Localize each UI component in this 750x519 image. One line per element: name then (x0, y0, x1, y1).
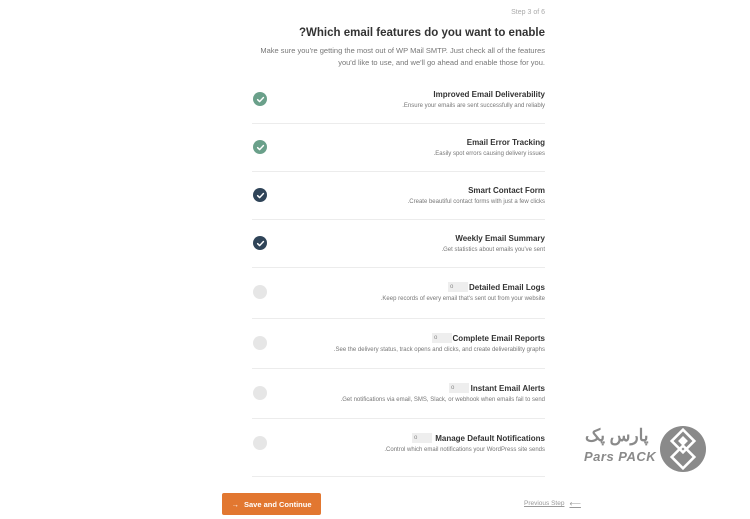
checked-icon[interactable] (253, 92, 267, 106)
logo-english-text: Pars PACK (584, 449, 657, 464)
pro-badge: o (448, 282, 468, 292)
unchecked-circle-icon[interactable] (253, 285, 267, 299)
feature-name: Complete Email Reports (452, 334, 545, 343)
feature-list: Improved Email Deliverability .Ensure yo… (252, 76, 545, 477)
feature-description: .Control which email notifications your … (384, 447, 545, 453)
feature-name: Manage Default Notifications (435, 434, 545, 443)
unchecked-circle-icon[interactable] (253, 336, 267, 350)
save-button-label: Save and Continue (243, 499, 312, 509)
subtitle-line-2: .you'd like to use, and we'll go ahead a… (338, 58, 545, 67)
checked-icon[interactable] (253, 188, 267, 202)
pro-badge: o (412, 433, 432, 443)
feature-description: .Get notifications via email, SMS, Slack… (340, 397, 545, 403)
page-title: ?Which email features do you want to ena… (298, 27, 545, 39)
setup-wizard-panel: Step 3 of 6 ?Which email features do you… (224, 0, 580, 519)
feature-row-email-alerts[interactable]: o Instant Email Alerts .Get notification… (252, 369, 545, 419)
page-subtitle: Make sure you're getting the most out of… (224, 45, 545, 69)
unchecked-circle-icon[interactable] (253, 386, 267, 400)
feature-row-email-reports[interactable]: o Complete Email Reports .See the delive… (252, 319, 545, 369)
logo-persian-text: پارس پک (585, 426, 649, 445)
pro-badge: o (449, 383, 469, 393)
feature-name: Smart Contact Form (468, 186, 545, 195)
previous-step-label: Previous Step (524, 500, 565, 507)
feature-description: .Easily spot errors causing delivery iss… (433, 151, 545, 157)
parspack-logo: پارس پک Pars PACK (580, 426, 706, 472)
feature-name: Detailed Email Logs (468, 283, 545, 292)
feature-row-default-notifications[interactable]: o Manage Default Notifications .Control … (252, 419, 545, 477)
feature-name: Improved Email Deliverability (433, 90, 545, 99)
feature-description: .Keep records of every email that's sent… (380, 296, 545, 302)
feature-row-error-tracking[interactable]: Email Error Tracking .Easily spot errors… (252, 124, 545, 172)
unchecked-circle-icon[interactable] (253, 436, 267, 450)
subtitle-line-1: Make sure you're getting the most out of… (260, 46, 545, 55)
logo-mark-icon (660, 426, 706, 472)
feature-row-contact-form[interactable]: Smart Contact Form .Create beautiful con… (252, 172, 545, 220)
feature-name: Weekly Email Summary (455, 234, 545, 243)
feature-row-weekly-summary[interactable]: Weekly Email Summary .Get statistics abo… (252, 220, 545, 268)
feature-description: .Get statistics about emails you've sent (441, 247, 545, 253)
step-indicator: Step 3 of 6 (511, 9, 545, 16)
checked-icon[interactable] (253, 236, 267, 250)
feature-description: .Create beautiful contact forms with jus… (407, 199, 545, 205)
previous-step-link[interactable]: Previous Step ⟵ (524, 499, 581, 508)
feature-row-email-logs[interactable]: o Detailed Email Logs .Keep records of e… (252, 268, 545, 319)
save-and-continue-button[interactable]: → Save and Continue (222, 493, 321, 515)
feature-row-deliverability[interactable]: Improved Email Deliverability .Ensure yo… (252, 76, 545, 124)
feature-name: Email Error Tracking (466, 138, 545, 147)
feature-description: .Ensure your emails are sent successfull… (402, 103, 545, 109)
arrow-left-icon: ⟵ (569, 499, 581, 508)
pro-badge: o (432, 333, 452, 343)
arrow-right-icon: → (231, 499, 239, 509)
checked-icon[interactable] (253, 140, 267, 154)
feature-name: Instant Email Alerts (470, 384, 545, 393)
feature-description: .See the delivery status, track opens an… (333, 347, 545, 353)
